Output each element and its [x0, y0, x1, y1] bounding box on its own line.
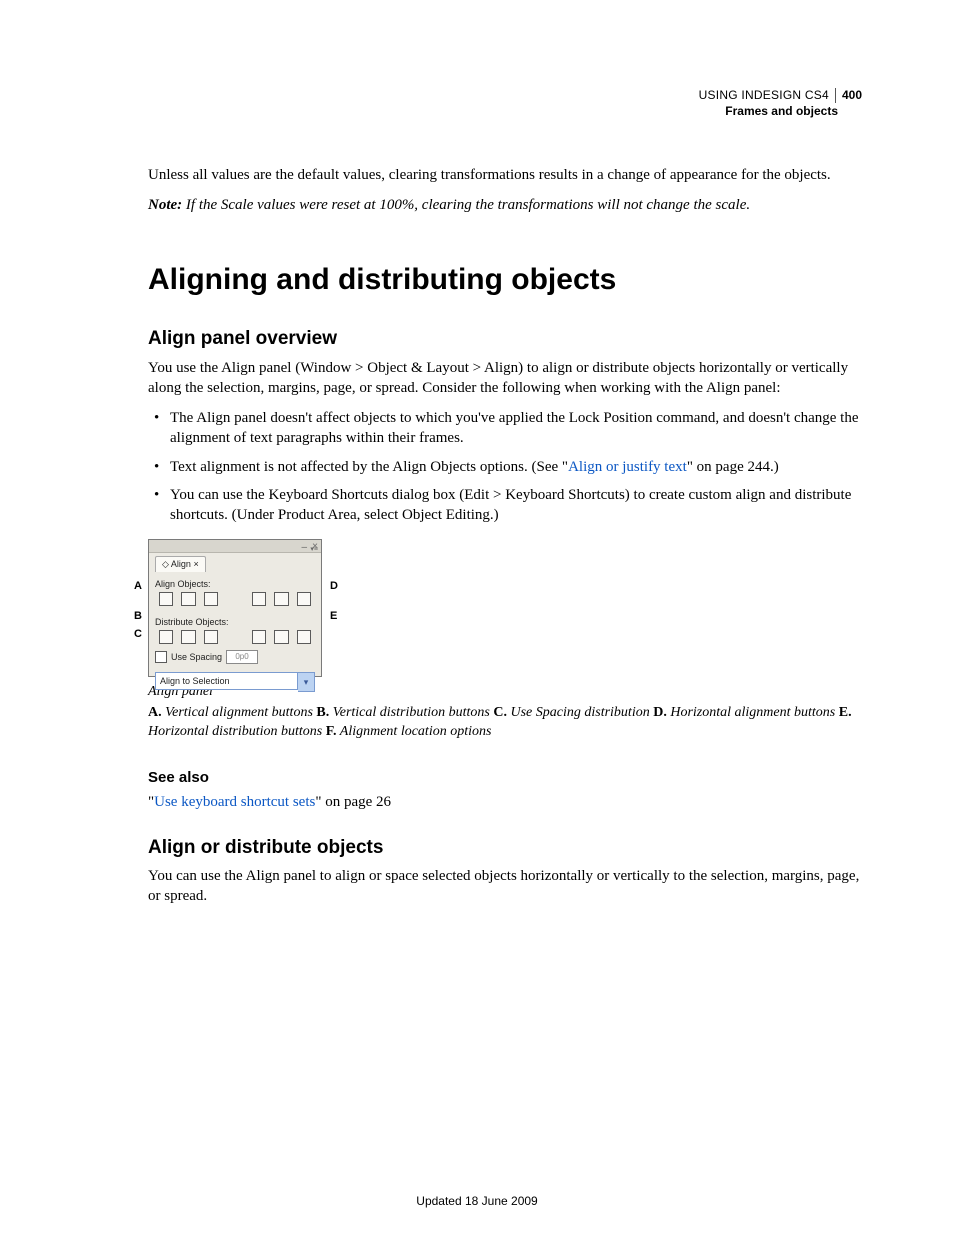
dist-vcenter-icon	[181, 630, 195, 644]
header-section: Frames and objects	[699, 104, 862, 119]
overview-bullets: The Align panel doesn't affect objects t…	[148, 408, 862, 525]
link-align-justify-text[interactable]: Align or justify text	[568, 459, 687, 475]
panel-tab: ◇ Align ×	[155, 556, 206, 571]
callout-c: C	[134, 627, 142, 642]
see-also-heading: See also	[148, 768, 862, 788]
overview-paragraph: You use the Align panel (Window > Object…	[148, 358, 862, 399]
spacing-value-field: 0p0	[226, 650, 258, 664]
see-also-suffix: " on page 26	[315, 794, 391, 810]
note-body: If the Scale values were reset at 100%, …	[182, 197, 750, 213]
legend-text: Horizontal alignment buttons	[667, 705, 839, 720]
bullet-item: The Align panel doesn't affect objects t…	[148, 408, 862, 449]
legend-text: Vertical alignment buttons	[162, 705, 317, 720]
bullet-item: You can use the Keyboard Shortcuts dialo…	[148, 485, 862, 526]
header-product: USING INDESIGN CS4	[699, 88, 835, 103]
page-footer: Updated 18 June 2009	[0, 1193, 954, 1209]
legend-key: A.	[148, 705, 162, 720]
align-icon-row	[149, 592, 321, 610]
note-paragraph: Note: If the Scale values were reset at …	[148, 195, 862, 215]
callout-e: E	[330, 609, 337, 624]
page-title: Aligning and distributing objects	[148, 260, 862, 301]
legend-text: Alignment location options	[337, 724, 492, 739]
legend-key: D.	[653, 705, 667, 720]
legend-key: F.	[326, 724, 337, 739]
minimize-icon: –	[301, 541, 307, 555]
legend-text: Vertical distribution buttons	[329, 705, 493, 720]
legend-text: Horizontal distribution buttons	[148, 724, 326, 739]
note-label: Note:	[148, 197, 182, 213]
align-right-icon	[204, 592, 218, 606]
section-heading-distribute: Align or distribute objects	[148, 835, 862, 861]
panel-titlebar: – × ▾≡	[149, 540, 321, 553]
distribute-icon-row	[149, 630, 321, 648]
align-hcenter-icon	[181, 592, 195, 606]
legend-key: E.	[839, 705, 852, 720]
align-bottom-icon	[297, 592, 311, 606]
link-keyboard-shortcut-sets[interactable]: Use keyboard shortcut sets	[154, 794, 315, 810]
callout-d: D	[330, 579, 338, 594]
see-also-item: "Use keyboard shortcut sets" on page 26	[148, 792, 862, 812]
use-spacing-row: Use Spacing 0p0	[149, 648, 321, 666]
use-spacing-label: Use Spacing	[171, 651, 222, 663]
align-to-value: Align to Selection	[155, 672, 298, 690]
bullet-text-post: " on page 244.)	[687, 459, 779, 475]
bullet-text-pre: Text alignment is not affected by the Al…	[170, 459, 568, 475]
dist-top-icon	[159, 630, 173, 644]
section-heading-overview: Align panel overview	[148, 326, 862, 352]
dist-right-icon	[297, 630, 311, 644]
dist-hcenter-icon	[274, 630, 288, 644]
dist-left-icon	[252, 630, 266, 644]
distribute-paragraph: You can use the Align panel to align or …	[148, 866, 862, 907]
align-left-icon	[159, 592, 173, 606]
dist-bottom-icon	[204, 630, 218, 644]
align-objects-label: Align Objects:	[155, 578, 321, 590]
chevron-down-icon: ▾	[298, 672, 315, 692]
align-to-dropdown: Align to Selection ▾	[155, 672, 315, 692]
legend-key: C.	[493, 705, 507, 720]
header-page-number: 400	[835, 88, 862, 103]
legend-text: Use Spacing distribution	[507, 705, 653, 720]
running-header: USING INDESIGN CS4 400 Frames and object…	[148, 88, 862, 119]
figure-legend: A. Vertical alignment buttons B. Vertica…	[148, 704, 862, 742]
callout-b: B	[134, 609, 142, 624]
align-top-icon	[252, 592, 266, 606]
bullet-item: Text alignment is not affected by the Al…	[148, 457, 862, 477]
align-vcenter-icon	[274, 592, 288, 606]
align-panel-screenshot: – × ▾≡ ◇ Align × Align Objects: Distribu…	[148, 539, 322, 677]
use-spacing-checkbox	[155, 651, 167, 663]
distribute-objects-label: Distribute Objects:	[155, 616, 321, 628]
panel-menu-icon: ▾≡	[310, 547, 318, 553]
align-panel-figure: A B C D E F – × ▾≡ ◇ Align × Align Objec…	[148, 539, 358, 677]
intro-paragraph: Unless all values are the default values…	[148, 165, 862, 185]
callout-a: A	[134, 579, 142, 594]
legend-key: B.	[316, 705, 329, 720]
